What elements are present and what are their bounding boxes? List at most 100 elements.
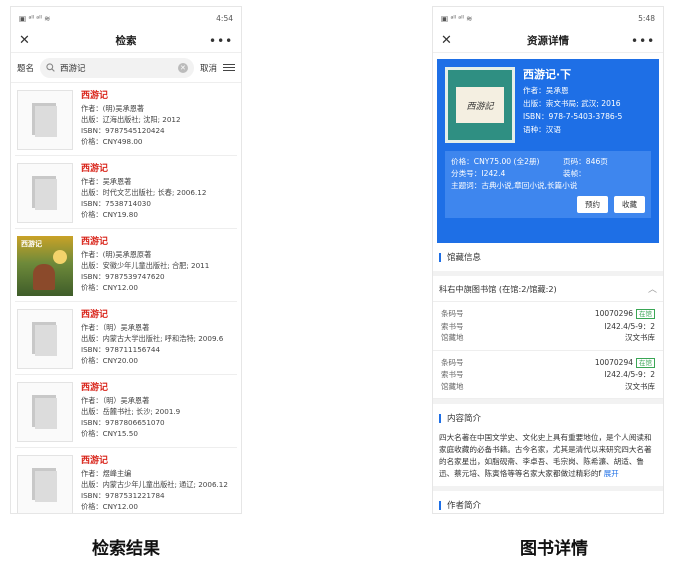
status-time: 5:48 <box>638 13 655 23</box>
status-bar: ▣ ᵃˡˡ ᵃˡˡ ≋ 4:54 <box>11 7 241 29</box>
reserve-button[interactable]: 预约 <box>577 196 608 213</box>
search-row: 题名 ✕ 取消 <box>11 53 241 83</box>
book-title[interactable]: 西游记 <box>81 309 235 322</box>
book-info: 西游记 作者：(明)吴承恩著 出版：辽海出版社; 沈阳; 2012 ISBN：9… <box>81 90 235 148</box>
book-icon <box>32 103 57 137</box>
status-badge: 在馆 <box>636 357 655 368</box>
result-item[interactable]: 西游记 西游记 作者：(明)吴承恩原著 出版：安徽少年儿童出版社; 合肥; 20… <box>15 229 237 302</box>
result-item[interactable]: 西游记 作者：煜峰主编 出版：内蒙古少年儿童出版社; 通辽; 2006.12 I… <box>15 448 237 513</box>
book-cover-image: 西游記 <box>445 67 515 143</box>
result-item[interactable]: 西游记 作者：吴承恩著 出版：时代文艺出版社; 长春; 2006.12 ISBN… <box>15 156 237 229</box>
location-value: 汉文书库 <box>625 333 655 342</box>
clear-icon[interactable]: ✕ <box>177 62 188 73</box>
book-cover-placeholder <box>17 455 73 513</box>
search-input[interactable] <box>60 62 173 73</box>
section-title-text: 内容简介 <box>447 414 482 424</box>
book-author: 作者：吴承恩著 <box>81 177 132 186</box>
book-isbn: ISBN：9787806651070 <box>81 418 165 427</box>
status-bar: ▣ ᵃˡˡ ᵃˡˡ ≋ 5:48 <box>433 7 663 29</box>
caption-search-results: 检索结果 <box>92 539 160 559</box>
expand-link[interactable]: 展开 <box>604 469 619 478</box>
menu-icon[interactable] <box>223 63 235 72</box>
holding-item: 条码号 10070296 在馆 索书号 I242.4/5-9：2 馆藏地 汉文书库 <box>433 302 663 351</box>
book-author: 作者：(明)吴承恩著 <box>81 104 145 113</box>
resource-detail-screen: ▣ ᵃˡˡ ᵃˡˡ ≋ 5:48 ✕ 资源详情 ••• 西游記 西游记·下 作者… <box>432 6 664 514</box>
result-item[interactable]: 西游记 作者：（明）吴承恩著 出版：岳麓书社; 长沙; 2001.9 ISBN：… <box>15 375 237 448</box>
location-value: 汉文书库 <box>625 381 655 391</box>
status-icons: ▣ ᵃˡˡ ᵃˡˡ ≋ <box>19 13 51 23</box>
book-publisher: 出版：岳麓书社; 长沙; 2001.9 <box>81 407 181 416</box>
book-extra-info: 价格：CNY75.00 (全2册) 页码：846页 分类号：I242.4 装帧： 主… <box>445 151 651 218</box>
section-title-text: 作者简介 <box>447 501 482 511</box>
book-price: 价格：CNY15.50 <box>81 429 138 438</box>
book-author: 作者：吴承恩 <box>523 86 569 95</box>
book-price: 价格：CNY12.00 <box>81 283 138 292</box>
book-icon <box>32 322 57 356</box>
chevron-up-icon[interactable]: ︿ <box>648 282 657 295</box>
holding-item: 条码号 10070294 在馆 索书号 I242.4/5-9：2 馆藏地 汉文书库 <box>433 351 663 399</box>
book-title[interactable]: 西游记 <box>81 236 235 249</box>
cover-sun <box>53 250 67 264</box>
book-binding: 装帧： <box>563 169 586 178</box>
barcode-value: 10070294 <box>594 357 633 367</box>
barcode-label: 条码号 <box>441 309 464 318</box>
cancel-button[interactable]: 取消 <box>200 62 217 74</box>
section-bar <box>439 252 441 262</box>
barcode-value: 10070296 <box>594 309 633 318</box>
close-icon[interactable]: ✕ <box>19 33 43 48</box>
book-meta: 西游记·下 作者：吴承恩 出版：崇文书局; 武汉; 2016 ISBN：978-… <box>523 67 622 143</box>
book-isbn: ISBN：978711156744 <box>81 345 161 354</box>
section-title-text: 馆藏信息 <box>447 253 482 263</box>
author-section-title: 作者简介 <box>433 491 663 513</box>
library-row[interactable]: 科右中旗图书馆 (在馆:2/馆藏:2) ︿ <box>433 276 663 302</box>
section-bar <box>439 413 441 423</box>
intro-text: 四大名著在中国文学史、文化史上具有重要地位，是个人阅读和家庭收藏的必备书籍。古今… <box>439 433 652 478</box>
more-icon[interactable]: ••• <box>209 34 233 48</box>
book-title: 西游记·下 <box>523 68 572 81</box>
close-icon[interactable]: ✕ <box>441 33 465 48</box>
book-language: 语种：汉语 <box>523 125 561 134</box>
book-isbn: ISBN：9787545120424 <box>81 126 165 135</box>
section-bar <box>439 500 441 510</box>
book-title[interactable]: 西游记 <box>81 90 235 103</box>
book-author: 作者：(明)吴承恩原著 <box>81 250 152 259</box>
result-item[interactable]: 西游记 作者：（明）吴承恩著 出版：内蒙古大学出版社; 呼和浩特; 2009.6… <box>15 302 237 375</box>
search-box[interactable]: ✕ <box>40 57 194 78</box>
book-info: 西游记 作者：吴承恩著 出版：时代文艺出版社; 长春; 2006.12 ISBN… <box>81 163 235 221</box>
more-icon[interactable]: ••• <box>631 34 655 48</box>
book-isbn: ISBN：9787539747620 <box>81 272 165 281</box>
book-title[interactable]: 西游记 <box>81 382 235 395</box>
book-title[interactable]: 西游记 <box>81 163 235 176</box>
cover-title: 西游記 <box>456 87 504 123</box>
book-info: 西游记 作者：(明)吴承恩原著 出版：安徽少年儿童出版社; 合肥; 2011 I… <box>81 236 235 294</box>
status-time: 4:54 <box>216 13 233 23</box>
book-isbn: ISBN：7538714030 <box>81 199 151 208</box>
book-info: 西游记 作者：（明）吴承恩著 出版：内蒙古大学出版社; 呼和浩特; 2009.6… <box>81 309 235 367</box>
intro-text-block: 四大名著在中国文学史、文化史上具有重要地位，是个人阅读和家庭收藏的必备书籍。古今… <box>433 432 663 480</box>
book-cover-placeholder <box>17 309 73 369</box>
page-title: 资源详情 <box>527 35 569 47</box>
book-price: 价格：CNY498.00 <box>81 137 143 146</box>
call-number-label: 索书号 <box>441 321 464 331</box>
book-isbn: ISBN：9787531221784 <box>81 491 165 500</box>
result-list: 西游记 作者：(明)吴承恩著 出版：辽海出版社; 沈阳; 2012 ISBN：9… <box>11 83 241 513</box>
book-title[interactable]: 西游记 <box>81 455 235 468</box>
result-item[interactable]: 西游记 作者：(明)吴承恩著 出版：辽海出版社; 沈阳; 2012 ISBN：9… <box>15 83 237 156</box>
cover-title: 西游记 <box>21 240 42 248</box>
search-icon <box>46 63 55 72</box>
book-author: 作者：煜峰主编 <box>81 469 132 478</box>
book-price: 价格：CNY19.80 <box>81 210 138 219</box>
book-price: 价格：CNY20.00 <box>81 356 138 365</box>
book-author: 作者：（明）吴承恩著 <box>81 323 150 332</box>
book-cover-placeholder <box>17 90 73 150</box>
intro-section-title: 内容简介 <box>433 404 663 432</box>
call-number-value: I242.4/5-9：2 <box>604 370 655 379</box>
book-cover-placeholder <box>17 163 73 223</box>
book-price: 价格：CNY12.00 <box>81 502 138 511</box>
book-detail-card: 西游記 西游记·下 作者：吴承恩 出版：崇文书局; 武汉; 2016 ISBN：… <box>437 59 659 243</box>
status-icons: ▣ ᵃˡˡ ᵃˡˡ ≋ <box>441 13 473 23</box>
caption-book-detail: 图书详情 <box>520 539 588 559</box>
call-number-label: 索书号 <box>441 370 464 379</box>
search-field-select[interactable]: 题名 <box>17 62 34 74</box>
collect-button[interactable]: 收藏 <box>614 196 645 213</box>
